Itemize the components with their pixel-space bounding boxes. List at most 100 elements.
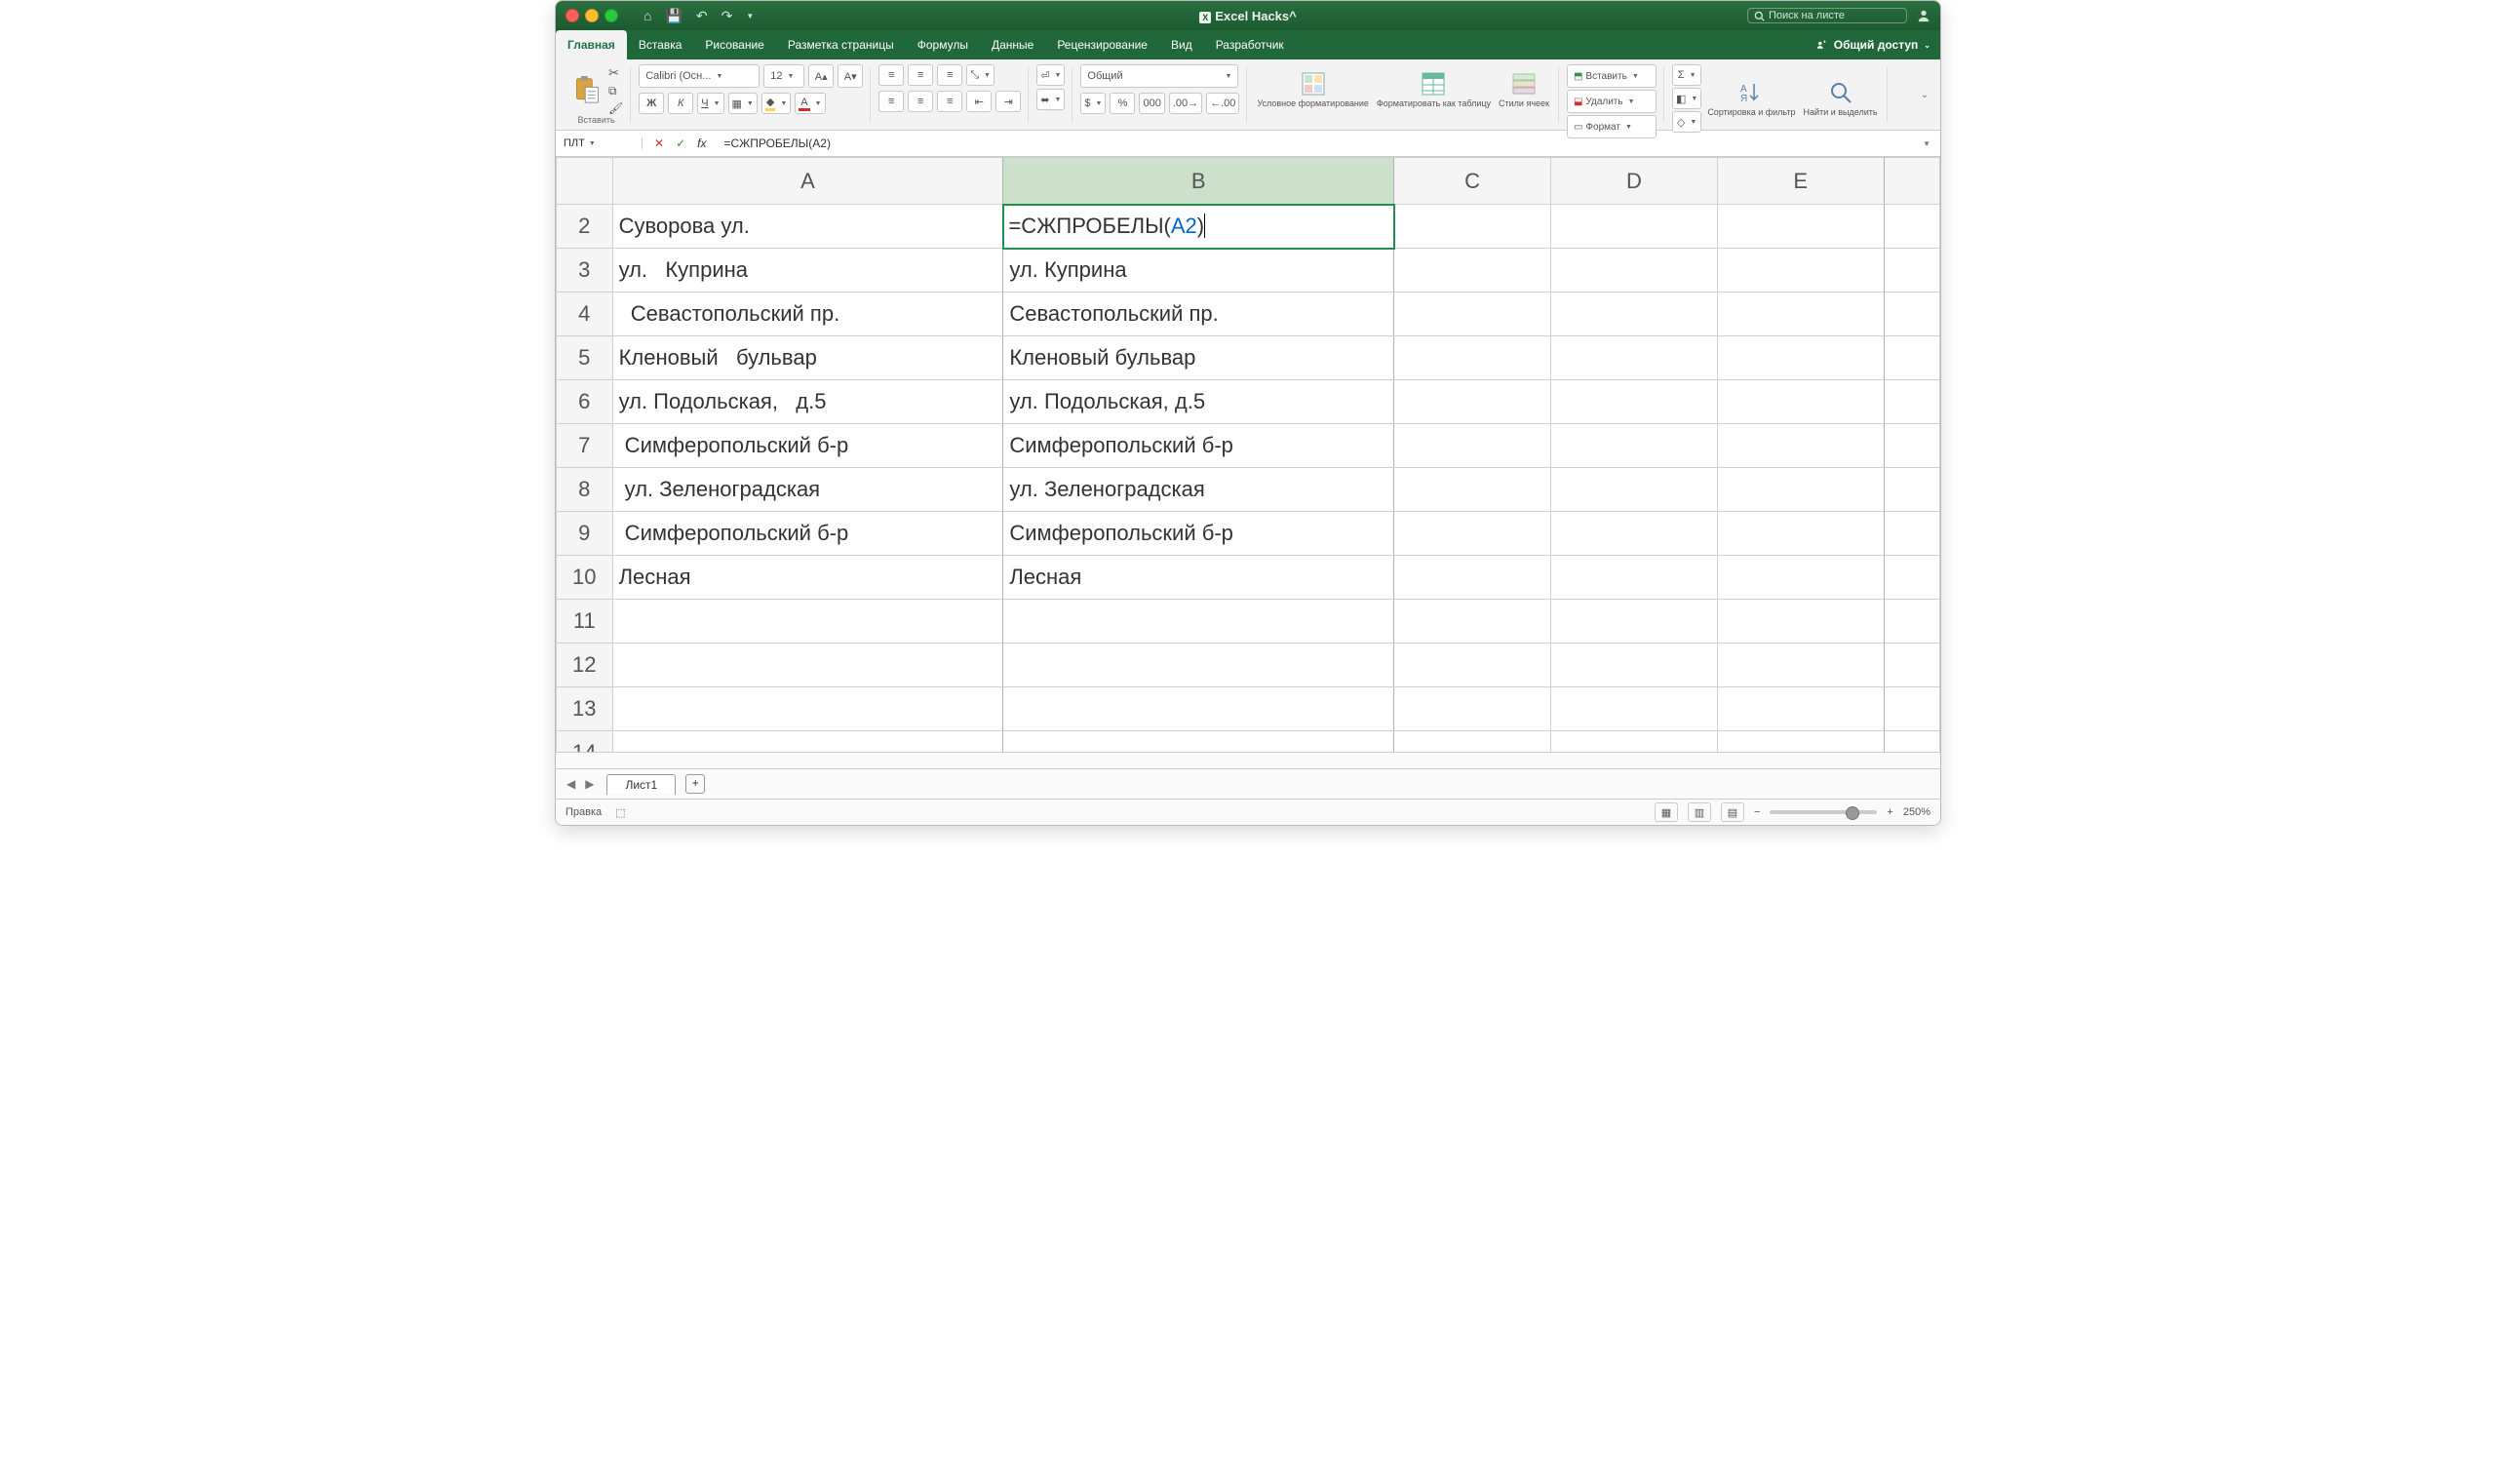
home-icon[interactable]: ⌂ — [644, 8, 651, 23]
cell-A10[interactable]: Лесная — [612, 556, 1003, 600]
cell-B6[interactable]: ул. Подольская, д.5 — [1003, 380, 1394, 424]
copy-icon[interactable]: ⧉ — [608, 84, 623, 98]
cell-A4[interactable]: Севастопольский пр. — [612, 293, 1003, 336]
cell-A7[interactable]: Симферопольский б-р — [612, 424, 1003, 468]
clear-button[interactable]: ◇▼ — [1672, 111, 1701, 133]
decrease-font-button[interactable]: A▾ — [838, 64, 863, 88]
number-format-select[interactable]: Общий▼ — [1080, 64, 1238, 88]
bold-button[interactable]: Ж — [639, 93, 664, 114]
align-center-button[interactable]: ≡ — [908, 91, 933, 112]
zoom-out-button[interactable]: − — [1754, 806, 1760, 818]
row-header[interactable]: 11 — [557, 600, 613, 644]
align-right-button[interactable]: ≡ — [937, 91, 962, 112]
undo-icon[interactable]: ↶ — [696, 8, 708, 24]
cell-B9[interactable]: Симферопольский б-р — [1003, 512, 1394, 556]
view-page-break-button[interactable]: ▤ — [1721, 802, 1744, 822]
view-page-layout-button[interactable]: ▥ — [1688, 802, 1711, 822]
view-normal-button[interactable]: ▦ — [1655, 802, 1678, 822]
row-header[interactable]: 5 — [557, 336, 613, 380]
row-header[interactable]: 4 — [557, 293, 613, 336]
col-header-D[interactable]: D — [1551, 158, 1718, 205]
cell-B2-editing[interactable]: =СЖПРОБЕЛЫ(A2) — [1003, 205, 1394, 249]
qat-customize-icon[interactable]: ▼ — [746, 12, 754, 20]
row-header[interactable]: 14 — [557, 731, 613, 753]
zoom-level[interactable]: 250% — [1903, 806, 1930, 818]
row-header[interactable]: 6 — [557, 380, 613, 424]
border-button[interactable]: ▦▼ — [728, 93, 758, 114]
align-middle-button[interactable]: ≡ — [908, 64, 933, 86]
underline-button[interactable]: Ч▼ — [697, 93, 723, 114]
cell-A2[interactable]: Суворова ул. — [612, 205, 1003, 249]
increase-decimal-button[interactable]: .00→ — [1169, 93, 1202, 114]
formula-cancel-button[interactable]: ✕ — [654, 137, 664, 150]
row-header[interactable]: 13 — [557, 687, 613, 731]
cell-B8[interactable]: ул. Зеленоградская — [1003, 468, 1394, 512]
select-all-corner[interactable] — [557, 158, 613, 205]
find-select-button[interactable]: Найти и выделить — [1802, 78, 1880, 119]
format-painter-icon[interactable]: 🖌 — [608, 101, 623, 115]
conditional-formatting-button[interactable]: Условное форматирование — [1255, 69, 1371, 110]
format-as-table-button[interactable]: Форматировать как таблицу — [1375, 69, 1493, 110]
share-button[interactable]: + Общий доступ ⌄ — [1807, 30, 1940, 59]
sheet-next-button[interactable]: ▶ — [580, 777, 599, 791]
sheet-prev-button[interactable]: ◀ — [562, 777, 580, 791]
tab-view[interactable]: Вид — [1159, 30, 1204, 59]
tab-draw[interactable]: Рисование — [693, 30, 775, 59]
cut-icon[interactable]: ✂ — [608, 65, 623, 81]
cell-B4[interactable]: Севастопольский пр. — [1003, 293, 1394, 336]
cell-D2[interactable] — [1551, 205, 1718, 249]
tab-insert[interactable]: Вставка — [627, 30, 694, 59]
font-size-select[interactable]: 12▼ — [763, 64, 804, 88]
row-header[interactable]: 3 — [557, 249, 613, 293]
account-icon[interactable] — [1917, 9, 1930, 22]
window-minimize-icon[interactable] — [585, 9, 599, 22]
row-header[interactable]: 12 — [557, 644, 613, 687]
sort-filter-button[interactable]: AЯ Сортировка и фильтр — [1705, 78, 1797, 119]
insert-function-button[interactable]: fx — [697, 137, 706, 150]
sheet-tab[interactable]: Лист1 — [606, 774, 676, 795]
cell-styles-button[interactable]: Стили ячеек — [1497, 69, 1551, 110]
paste-button[interactable] — [569, 73, 604, 106]
window-zoom-icon[interactable] — [604, 9, 618, 22]
row-header[interactable]: 7 — [557, 424, 613, 468]
cell-A8[interactable]: ул. Зеленоградская — [612, 468, 1003, 512]
cell-C2[interactable] — [1394, 205, 1551, 249]
cell-A6[interactable]: ул. Подольская, д.5 — [612, 380, 1003, 424]
fill-button[interactable]: ◧▼ — [1672, 88, 1701, 109]
zoom-slider[interactable] — [1770, 810, 1877, 814]
col-header-extra[interactable] — [1884, 158, 1939, 205]
wrap-text-button[interactable]: ⏎▼ — [1036, 64, 1065, 86]
tab-home[interactable]: Главная — [556, 30, 627, 59]
macro-record-icon[interactable]: ⬚ — [615, 806, 625, 819]
font-name-select[interactable]: Calibri (Осн...▼ — [639, 64, 760, 88]
window-close-icon[interactable] — [566, 9, 579, 22]
cell-A5[interactable]: Кленовый бульвар — [612, 336, 1003, 380]
increase-font-button[interactable]: A▴ — [808, 64, 834, 88]
row-header[interactable]: 8 — [557, 468, 613, 512]
formula-enter-button[interactable]: ✓ — [676, 137, 685, 150]
tab-page-layout[interactable]: Разметка страницы — [776, 30, 906, 59]
search-input[interactable]: Поиск на листе — [1747, 8, 1907, 23]
col-header-A[interactable]: A — [612, 158, 1003, 205]
redo-icon[interactable]: ↷ — [722, 8, 733, 24]
add-sheet-button[interactable]: + — [685, 774, 705, 794]
italic-button[interactable]: К — [668, 93, 693, 114]
increase-indent-button[interactable]: ⇥ — [995, 91, 1021, 112]
col-header-B[interactable]: B — [1003, 158, 1394, 205]
cell-E2[interactable] — [1717, 205, 1884, 249]
zoom-in-button[interactable]: + — [1887, 806, 1892, 818]
delete-cells-button[interactable]: ⬓Удалить▼ — [1567, 90, 1657, 113]
align-left-button[interactable]: ≡ — [878, 91, 904, 112]
cell-B5[interactable]: Кленовый бульвар — [1003, 336, 1394, 380]
format-cells-button[interactable]: ▭Формат▼ — [1567, 115, 1657, 138]
spreadsheet-grid[interactable]: A B C D E 2 Суворова ул. =СЖПРОБЕЛЫ(A2) … — [556, 157, 1940, 752]
tab-developer[interactable]: Разработчик — [1204, 30, 1296, 59]
cell-B7[interactable]: Симферопольский б-р — [1003, 424, 1394, 468]
orientation-button[interactable]: ⤡▼ — [966, 64, 994, 86]
comma-button[interactable]: 000 — [1139, 93, 1164, 114]
ribbon-collapse-icon[interactable]: ⌄ — [1915, 61, 1934, 128]
horizontal-scrollbar[interactable] — [556, 752, 1940, 768]
tab-formulas[interactable]: Формулы — [906, 30, 980, 59]
cell-B10[interactable]: Лесная — [1003, 556, 1394, 600]
currency-button[interactable]: $▼ — [1080, 93, 1106, 114]
